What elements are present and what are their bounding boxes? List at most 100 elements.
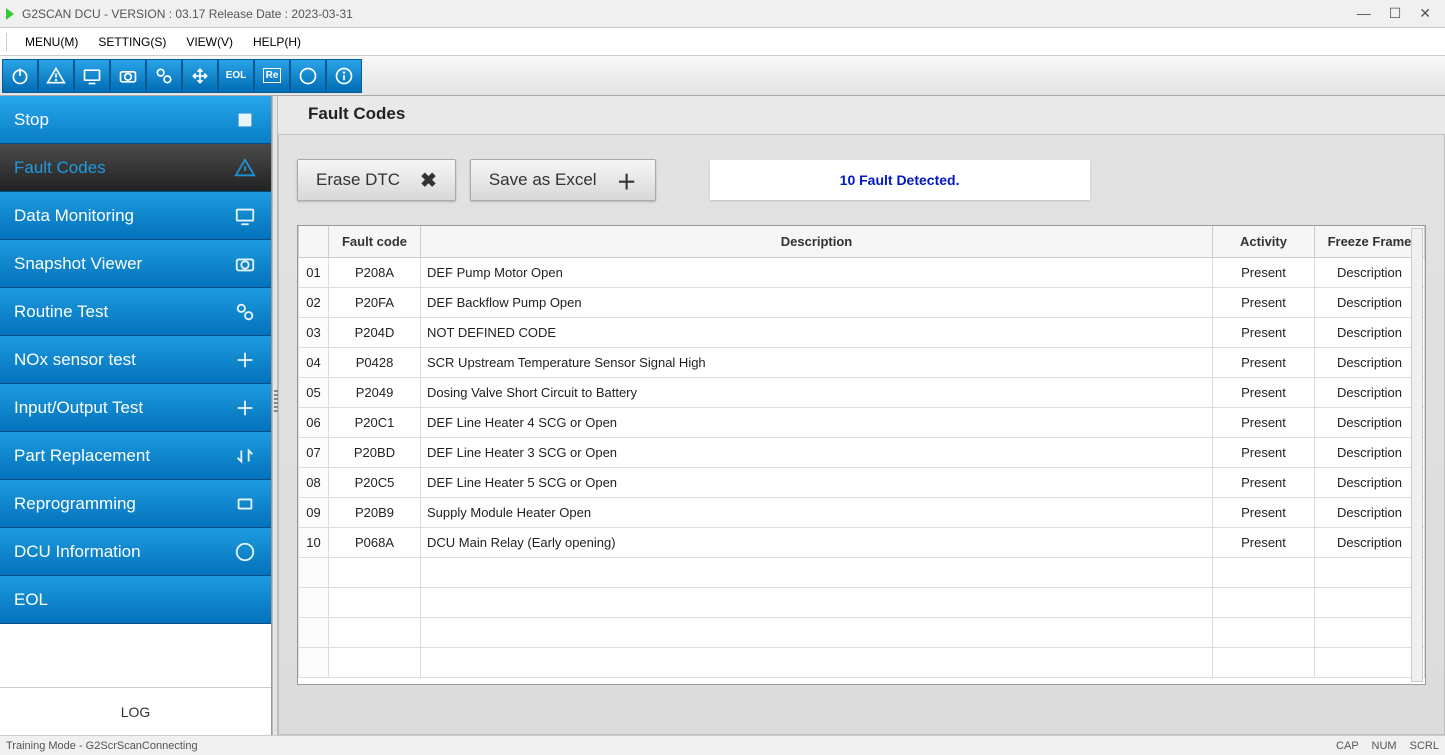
close-button[interactable]: ✕ (1419, 5, 1431, 22)
sidebar-item-eol[interactable]: EOL (0, 576, 271, 624)
re-icon[interactable]: Re (254, 59, 290, 93)
eol-icon[interactable]: EOL (218, 59, 254, 93)
cell-activity: Present (1213, 438, 1315, 468)
re-icon (233, 492, 257, 516)
close-icon: ✖ (420, 168, 437, 193)
cell-desc: DEF Line Heater 3 SCG or Open (421, 438, 1213, 468)
col-freeze-frame[interactable]: Freeze Frame (1315, 226, 1425, 258)
table-row-empty (299, 558, 1425, 588)
cell-freeze-frame[interactable]: Description (1315, 378, 1425, 408)
app-logo-icon (6, 8, 14, 20)
menu-help[interactable]: HELP(H) (243, 31, 311, 53)
col-fault-code[interactable]: Fault code (329, 226, 421, 258)
erase-dtc-button[interactable]: Erase DTC ✖ (297, 159, 456, 201)
status-cap: CAP (1336, 740, 1358, 752)
table-row[interactable]: 10P068ADCU Main Relay (Early opening)Pre… (299, 528, 1425, 558)
cell-desc: NOT DEFINED CODE (421, 318, 1213, 348)
cell-desc: DEF Pump Motor Open (421, 258, 1213, 288)
gears-icon[interactable] (146, 59, 182, 93)
cell-freeze-frame[interactable]: Description (1315, 438, 1425, 468)
cell-activity: Present (1213, 528, 1315, 558)
ecu-icon (233, 540, 257, 564)
power-icon[interactable] (2, 59, 38, 93)
info-icon[interactable] (326, 59, 362, 93)
sidebar-item-part-replacement[interactable]: Part Replacement (0, 432, 271, 480)
cell-freeze-frame[interactable]: Description (1315, 468, 1425, 498)
maximize-button[interactable]: ☐ (1389, 5, 1402, 22)
fault-table: Fault code Description Activity Freeze F… (298, 226, 1425, 678)
monitor-icon[interactable] (74, 59, 110, 93)
cell-activity: Present (1213, 348, 1315, 378)
camera-icon[interactable] (110, 59, 146, 93)
sidebar-item-input-output-test[interactable]: Input/Output Test (0, 384, 271, 432)
cell-desc: DEF Line Heater 5 SCG or Open (421, 468, 1213, 498)
sidebar-item-snapshot-viewer[interactable]: Snapshot Viewer (0, 240, 271, 288)
cell-freeze-frame[interactable]: Description (1315, 498, 1425, 528)
sidebar-item-label: Routine Test (14, 302, 108, 322)
col-description[interactable]: Description (421, 226, 1213, 258)
cell-freeze-frame[interactable]: Description (1315, 348, 1425, 378)
cell-activity: Present (1213, 498, 1315, 528)
warning-icon[interactable] (38, 59, 74, 93)
sidebar-item-data-monitoring[interactable]: Data Monitoring (0, 192, 271, 240)
table-row[interactable]: 04P0428SCR Upstream Temperature Sensor S… (299, 348, 1425, 378)
arrows-icon (233, 348, 257, 372)
table-row[interactable]: 02P20FADEF Backflow Pump OpenPresentDesc… (299, 288, 1425, 318)
menu-view[interactable]: VIEW(V) (176, 31, 243, 53)
table-row[interactable]: 07P20BDDEF Line Heater 3 SCG or OpenPres… (299, 438, 1425, 468)
cell-code: P20FA (329, 288, 421, 318)
cell-index: 06 (299, 408, 329, 438)
sidebar-item-label: NOx sensor test (14, 350, 136, 370)
sidebar-item-label: Reprogramming (14, 494, 136, 514)
sidebar-item-label: Snapshot Viewer (14, 254, 142, 274)
table-header-row: Fault code Description Activity Freeze F… (299, 226, 1425, 258)
cell-desc: SCR Upstream Temperature Sensor Signal H… (421, 348, 1213, 378)
menu-menu[interactable]: MENU(M) (15, 31, 88, 53)
titlebar: G2SCAN DCU - VERSION : 03.17 Release Dat… (0, 0, 1445, 28)
table-row[interactable]: 08P20C5DEF Line Heater 5 SCG or OpenPres… (299, 468, 1425, 498)
cell-code: P204D (329, 318, 421, 348)
sidebar-item-routine-test[interactable]: Routine Test (0, 288, 271, 336)
window-title: G2SCAN DCU - VERSION : 03.17 Release Dat… (22, 7, 1357, 21)
table-row[interactable]: 05P2049Dosing Valve Short Circuit to Bat… (299, 378, 1425, 408)
sidebar-item-stop[interactable]: Stop (0, 96, 271, 144)
cell-index: 05 (299, 378, 329, 408)
cell-desc: Dosing Valve Short Circuit to Battery (421, 378, 1213, 408)
sidebar-item-reprogramming[interactable]: Reprogramming (0, 480, 271, 528)
vertical-scrollbar[interactable] (1411, 228, 1423, 682)
content: Fault Codes Erase DTC ✖ Save as Excel ＋ … (278, 96, 1445, 735)
cell-activity: Present (1213, 468, 1315, 498)
cell-index: 10 (299, 528, 329, 558)
table-row[interactable]: 03P204DNOT DEFINED CODEPresentDescriptio… (299, 318, 1425, 348)
table-row[interactable]: 06P20C1DEF Line Heater 4 SCG or OpenPres… (299, 408, 1425, 438)
cell-index: 02 (299, 288, 329, 318)
ecu-icon[interactable] (290, 59, 326, 93)
sidebar-item-fault-codes[interactable]: Fault Codes (0, 144, 271, 192)
sidebar: StopFault Codes Data Monitoring Snapshot V… (0, 96, 272, 735)
menu-setting[interactable]: SETTING(S) (88, 31, 176, 53)
cell-code: P20BD (329, 438, 421, 468)
status-scrl: SCRL (1410, 740, 1439, 752)
erase-dtc-label: Erase DTC (316, 170, 400, 190)
col-activity[interactable]: Activity (1213, 226, 1315, 258)
cell-index: 07 (299, 438, 329, 468)
sidebar-item-label: Part Replacement (14, 446, 150, 466)
sidebar-item-nox-sensor-test[interactable]: NOx sensor test (0, 336, 271, 384)
save-excel-button[interactable]: Save as Excel ＋ (470, 159, 656, 201)
col-index[interactable] (299, 226, 329, 258)
cell-freeze-frame[interactable]: Description (1315, 318, 1425, 348)
log-button[interactable]: LOG (0, 687, 271, 735)
table-row[interactable]: 09P20B9Supply Module Heater OpenPresentD… (299, 498, 1425, 528)
cell-index: 03 (299, 318, 329, 348)
cell-freeze-frame[interactable]: Description (1315, 288, 1425, 318)
minimize-button[interactable]: — (1357, 5, 1371, 22)
cell-freeze-frame[interactable]: Description (1315, 258, 1425, 288)
cell-freeze-frame[interactable]: Description (1315, 528, 1425, 558)
table-row-empty (299, 588, 1425, 618)
table-row[interactable]: 01P208ADEF Pump Motor OpenPresentDescrip… (299, 258, 1425, 288)
arrows-icon[interactable] (182, 59, 218, 93)
cell-freeze-frame[interactable]: Description (1315, 408, 1425, 438)
sidebar-item-label: Data Monitoring (14, 206, 134, 226)
sidebar-item-dcu-information[interactable]: DCU Information (0, 528, 271, 576)
cell-desc: Supply Module Heater Open (421, 498, 1213, 528)
